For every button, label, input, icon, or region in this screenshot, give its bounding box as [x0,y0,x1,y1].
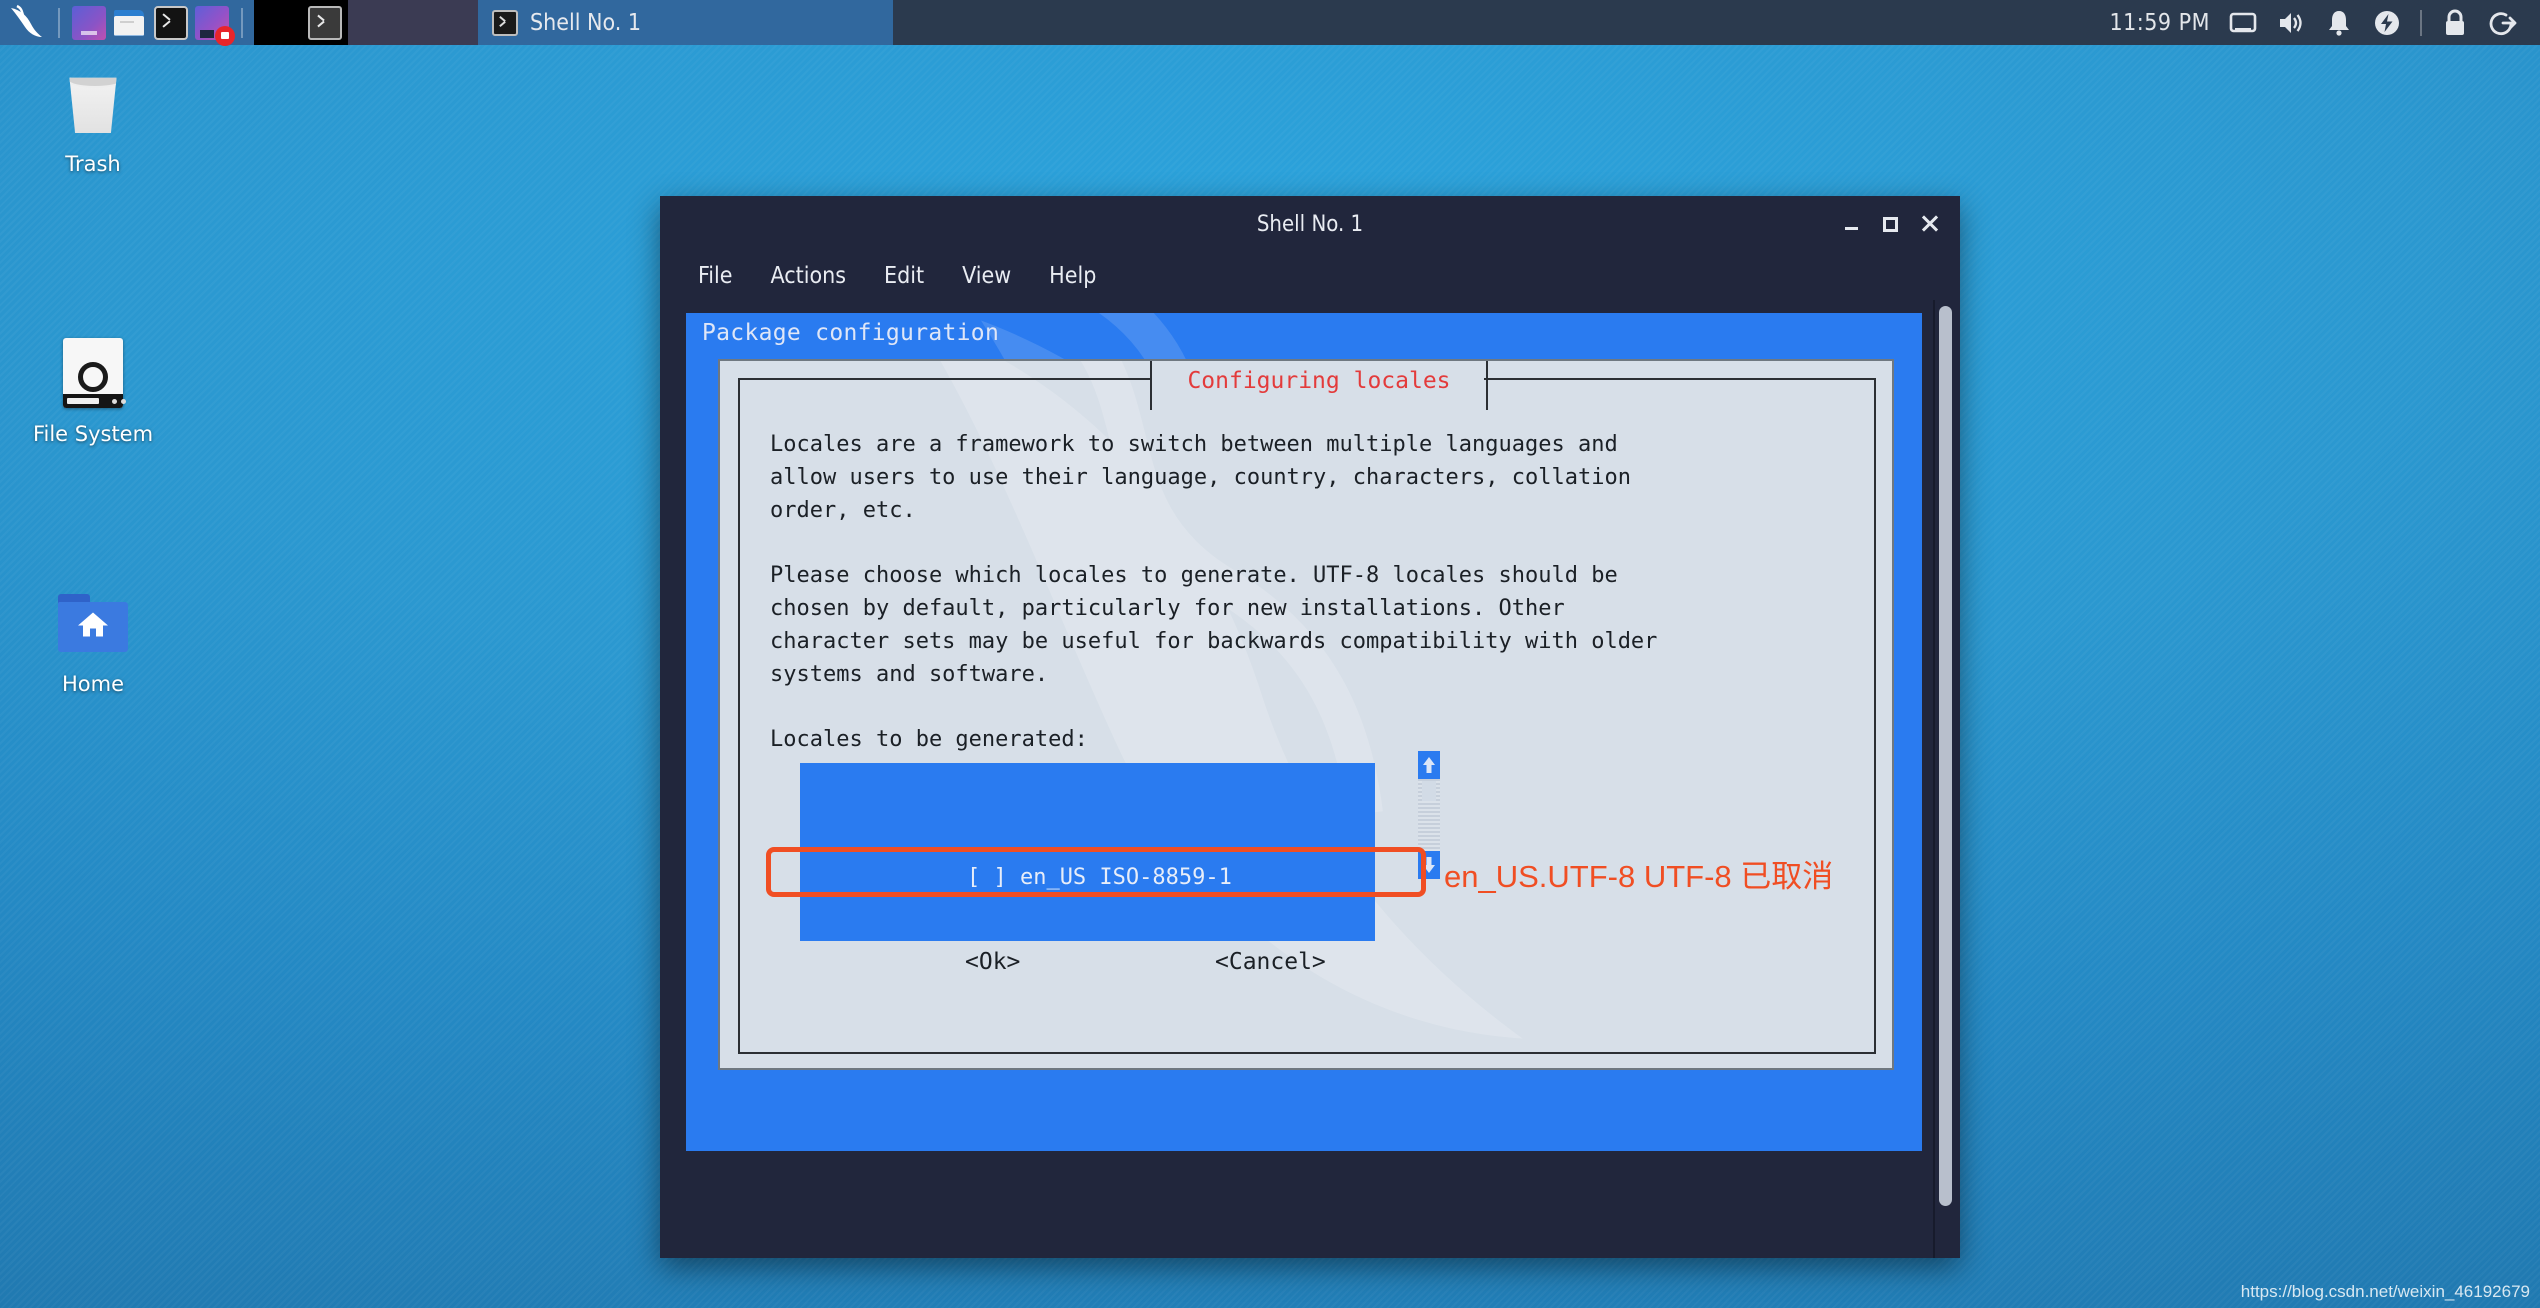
notification-bell-icon[interactable] [2324,8,2354,38]
app-launcher-icon[interactable] [72,5,106,40]
terminal-scrollbar-thumb[interactable] [1939,306,1952,1206]
panel-separator [241,7,243,38]
scrollbar-thumb[interactable] [1422,781,1436,801]
terminal-scrollbar[interactable] [1933,300,1955,1258]
minimize-button[interactable] [1843,215,1861,233]
clock[interactable]: 11:59 PM [2109,10,2210,36]
house-glyph [78,612,108,637]
kali-menu-icon[interactable] [6,3,46,43]
power-icon[interactable] [2372,8,2402,38]
logout-icon[interactable] [2488,8,2518,38]
annotation-text: en_US.UTF-8 UTF-8 已取消 [1444,859,1834,894]
desktop-icon-label: Home [61,672,124,696]
annotation-highlight-box [766,847,1426,897]
package-configuration-screen: Package configuration Configuring locale… [686,313,1922,1151]
panel-separator [58,7,60,38]
menu-actions[interactable]: Actions [756,259,860,293]
system-tray: 11:59 PM [2109,0,2540,45]
maximize-button[interactable] [1883,216,1898,232]
terminal-launcher-icon[interactable] [154,5,188,40]
cancel-button[interactable]: <Cancel> [1215,949,1326,975]
dialog-title: Configuring locales [1187,368,1451,394]
desktop-icon-label: File System [32,422,154,446]
file-system-icon [18,330,168,416]
file-manager-icon[interactable] [113,6,147,40]
menu-edit[interactable]: Edit [870,259,938,293]
desktop-icon-file-system[interactable]: File System [18,330,168,446]
desktop-icon-trash[interactable]: Trash [18,60,168,176]
panel-launcher-group [0,0,254,46]
watermark-url: https://blog.csdn.net/weixin_46192679 [2240,1282,2530,1301]
close-button[interactable] [1920,214,1940,234]
terminal-content: Package configuration Configuring locale… [660,300,1960,1258]
dialog-paragraph-1: Locales are a framework to switch betwee… [770,432,1631,523]
top-panel: Shell No. 1 11:59 PM [0,0,2540,46]
taskbar-window-shell-no-1[interactable]: Shell No. 1 [478,0,893,45]
package-configuration-header: Package configuration [702,320,1000,346]
panel-spacer [893,0,2110,45]
window-controls [1843,196,1940,252]
terminal-icon [308,5,342,40]
taskbar-window-title: Shell No. 1 [530,9,642,36]
locales-dialog: Configuring locales Locales are a framew… [718,359,1894,1070]
dialog-paragraph-2: Please choose which locales to generate.… [770,563,1658,687]
terminal-icon [492,9,518,36]
scroll-up-arrow-icon[interactable] [1418,751,1440,779]
tray-separator [2420,9,2422,36]
lock-icon[interactable] [2440,8,2470,38]
volume-icon[interactable] [2276,8,2306,38]
terminal-titlebar[interactable]: Shell No. 1 [660,196,1960,252]
display-icon[interactable] [2228,8,2258,38]
trash-icon [18,60,168,146]
ok-button[interactable]: <Ok> [965,949,1020,975]
panel-empty-slot [348,0,478,45]
screen-recorder-icon[interactable] [195,5,235,46]
menu-view[interactable]: View [948,259,1025,293]
menu-help[interactable]: Help [1035,259,1110,293]
list-item[interactable]: [ ] en_US.ISO-8859-15 ISO-8859-15 [808,926,1375,941]
desktop-icon-label: Trash [65,152,121,176]
terminal-menubar: File Actions Edit View Help [660,252,1960,300]
terminal-window: Shell No. 1 File Actions Edit View Help … [660,196,1960,1258]
workspace-switcher[interactable] [302,0,348,45]
locales-list-label: Locales to be generated: [770,727,1088,752]
menu-file[interactable]: File [684,259,746,293]
panel-gap-left [254,0,302,45]
desktop-icon-home[interactable]: Home [18,580,168,696]
home-folder-icon [18,580,168,666]
terminal-window-title: Shell No. 1 [1256,211,1364,237]
